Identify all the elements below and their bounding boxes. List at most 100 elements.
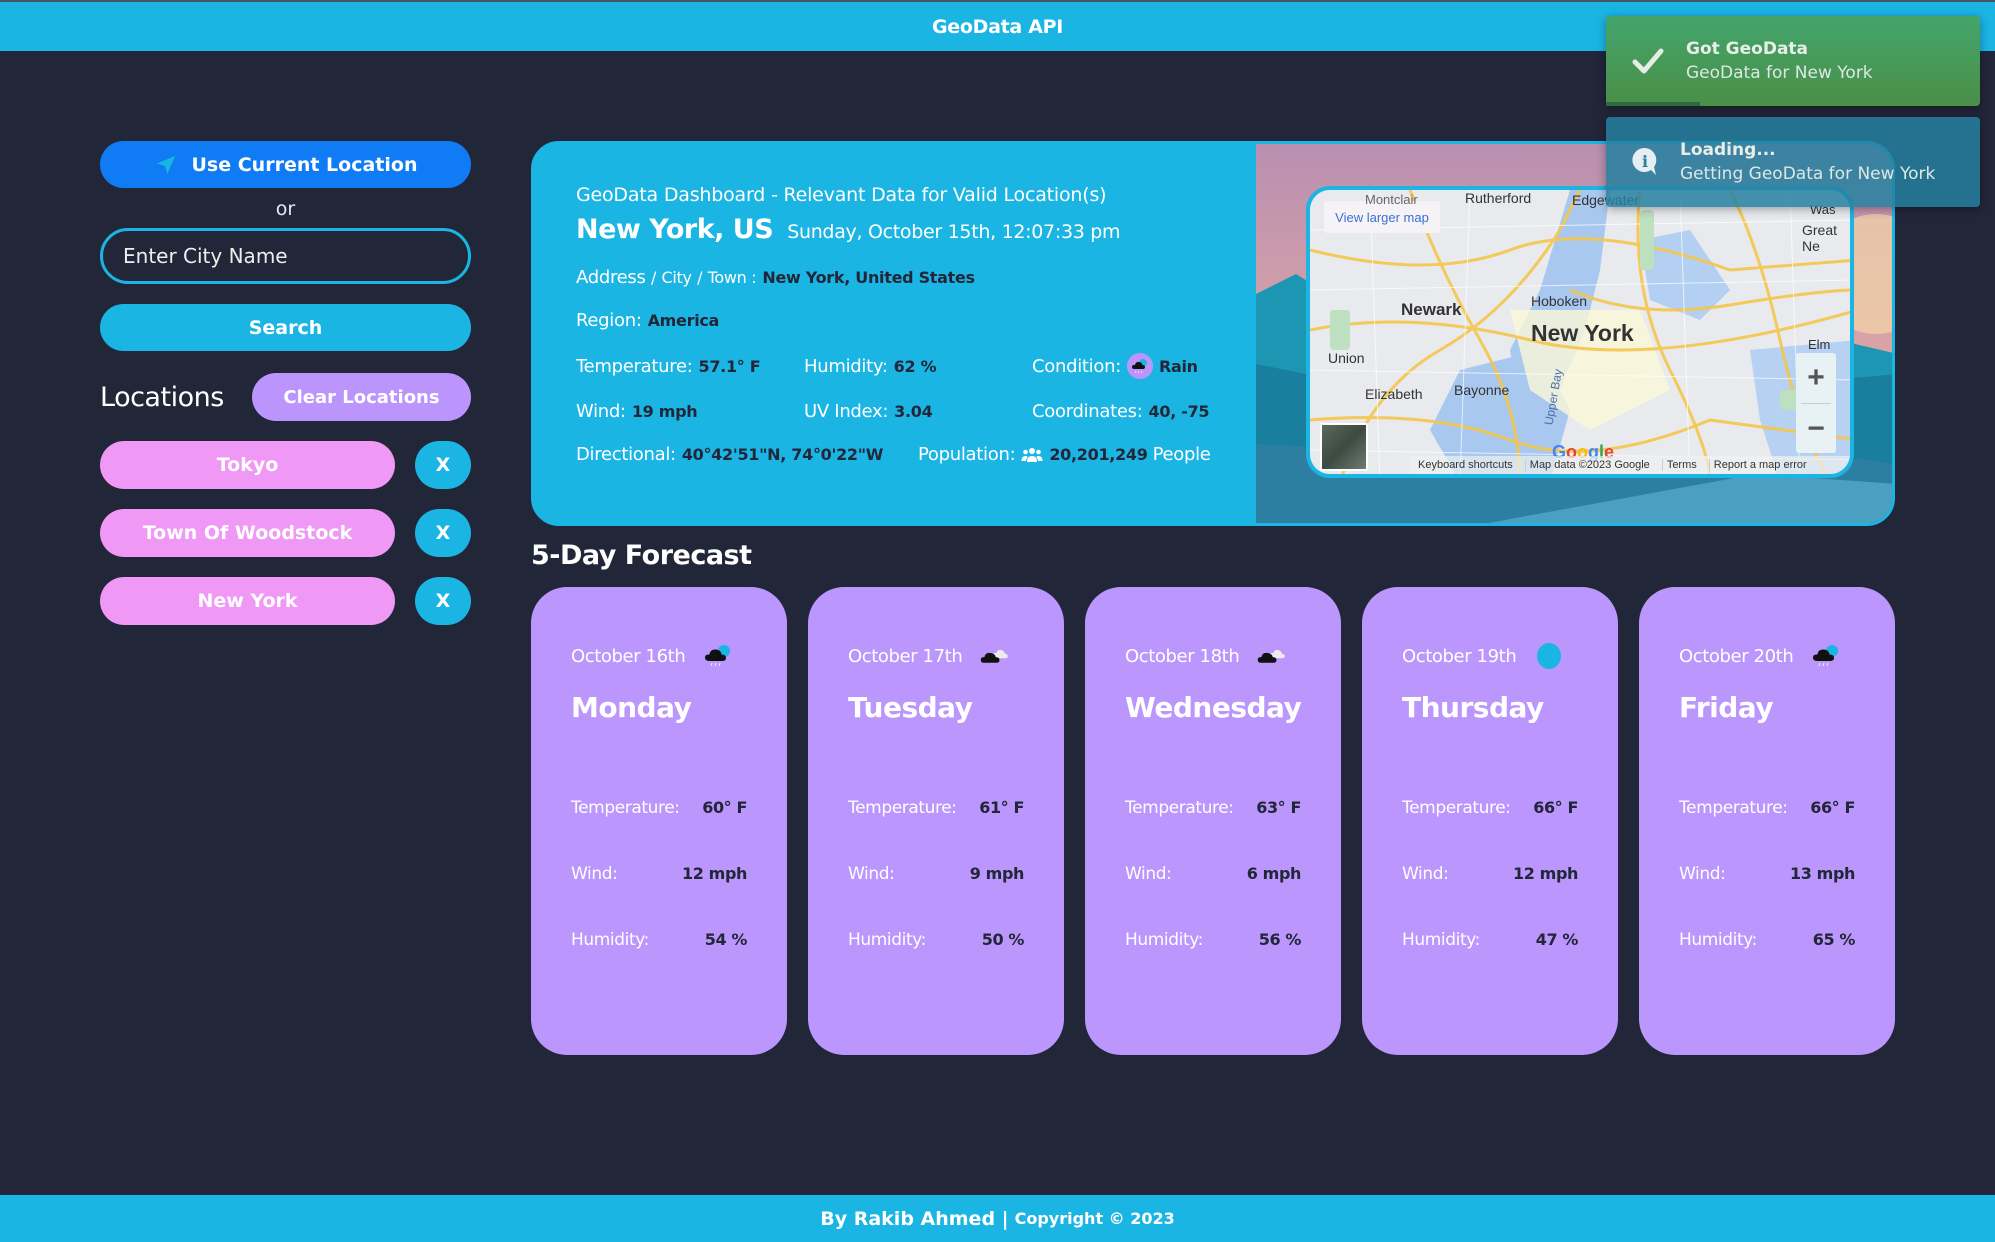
forecast-date: October 16th	[571, 645, 686, 667]
humidity-label: Humidity:	[1402, 930, 1480, 950]
toast-info[interactable]: i Loading... Getting GeoData for New Yor…	[1606, 117, 1980, 207]
map-label: Great Ne	[1802, 222, 1838, 254]
embedded-map[interactable]: View larger map Montclair Rutherford Edg…	[1306, 186, 1854, 478]
report-map-error-link[interactable]: Report a map error	[1708, 459, 1811, 471]
forecast-title: 5-Day Forecast	[531, 540, 752, 571]
or-separator: or	[275, 198, 296, 220]
temperature-label: Temperature:	[1679, 798, 1788, 818]
condition-label: Condition:	[1032, 355, 1121, 377]
search-button[interactable]: Search	[100, 304, 471, 351]
humidity-value: 65 %	[1812, 930, 1856, 949]
info-icon: i	[1632, 147, 1657, 175]
location-item: Tokyo X	[100, 441, 471, 489]
humidity-value: 50 %	[981, 930, 1025, 949]
toast-progress-bar	[1606, 102, 1700, 106]
map-label: Bayonne	[1454, 382, 1510, 398]
zoom-out-button[interactable]: −	[1796, 404, 1836, 454]
temperature-value: 66° F	[1810, 798, 1855, 817]
directional-label: Directional:	[576, 444, 676, 465]
clear-locations-button[interactable]: Clear Locations	[252, 373, 471, 421]
humidity-label: Humidity:	[1125, 930, 1203, 950]
locations-title: Locations	[100, 381, 224, 413]
address-value: New York, United States	[762, 268, 975, 287]
city-name-input[interactable]	[100, 228, 471, 284]
map-label: Montclair	[1365, 192, 1418, 207]
temperature-value: 57.1° F	[698, 356, 761, 376]
satellite-view-toggle[interactable]	[1320, 423, 1368, 471]
forecast-date: October 20th	[1679, 645, 1794, 667]
map-label: Elm	[1808, 337, 1831, 352]
dashboard-subtitle: GeoData Dashboard - Relevant Data for Va…	[576, 184, 1107, 206]
region-row: Region: America	[576, 310, 1276, 331]
footer-author: By Rakib Ahmed |	[820, 1207, 1009, 1230]
dashboard-details: GeoData Dashboard - Relevant Data for Va…	[576, 184, 1276, 465]
directional-row: Directional: 40°42'51"N, 74°0'22"W Popula…	[576, 444, 1276, 465]
current-datetime: Sunday, October 15th, 12:07:33 pm	[787, 221, 1121, 243]
remove-label: X	[435, 454, 451, 476]
location-button-new-york[interactable]: New York	[100, 577, 395, 625]
temperature-label: Temperature:	[576, 355, 693, 377]
toast-success[interactable]: Got GeoData GeoData for New York	[1606, 16, 1980, 106]
wind-value: 12 mph	[1513, 864, 1578, 883]
svg-text:i: i	[1642, 152, 1648, 171]
wind-value: 9 mph	[969, 864, 1025, 883]
humidity-label: Humidity:	[571, 930, 649, 950]
clear-locations-label: Clear Locations	[283, 386, 440, 408]
toast-title: Got GeoData	[1686, 39, 1809, 59]
forecast-card-wednesday: October 18th Wednesday Temperature: 63° F…	[1085, 587, 1341, 1055]
location-name: New York	[197, 590, 298, 612]
wind-row: Wind: 19 mph UV Index: 3.04 Coordinates: 40…	[576, 401, 1276, 422]
rain-cloud-icon	[1126, 353, 1153, 379]
condition-value: Rain	[1158, 356, 1198, 376]
address-label: Address / City / Town :	[576, 267, 757, 288]
address-row: Address / City / Town : New York, United…	[576, 267, 1276, 288]
location-button-woodstock[interactable]: Town Of Woodstock	[100, 509, 395, 557]
uv-label: UV Index:	[804, 401, 889, 422]
location-button-tokyo[interactable]: Tokyo	[100, 441, 395, 489]
forecast-cards: October 16th Monday Temperature: 60° F Wi…	[531, 587, 1895, 1055]
forecast-date: October 17th	[848, 645, 963, 667]
temperature-value: 63° F	[1256, 798, 1301, 817]
clear-sky-icon	[1534, 643, 1564, 669]
keyboard-shortcuts-link[interactable]: Keyboard shortcuts	[1414, 459, 1517, 471]
region-value: America	[647, 311, 720, 330]
forecast-day: Thursday	[1402, 691, 1544, 724]
temperature-label: Temperature:	[848, 798, 957, 818]
map-label: Elizabeth	[1365, 386, 1423, 402]
remove-location-button[interactable]: X	[415, 577, 471, 625]
location-item: New York X	[100, 577, 471, 625]
forecast-card-friday: October 20th Friday Temperature: 66° F Wi…	[1639, 587, 1895, 1055]
remove-location-button[interactable]: X	[415, 441, 471, 489]
population-suffix: People	[1152, 444, 1211, 465]
zoom-in-button[interactable]: +	[1796, 353, 1836, 403]
coordinates-value: 40, -75	[1148, 402, 1210, 421]
forecast-card-tuesday: October 17th Tuesday Temperature: 61° F W…	[808, 587, 1064, 1055]
toast-title: Loading...	[1680, 140, 1776, 160]
map-zoom-controls: + −	[1796, 353, 1836, 453]
humidity-label: Humidity:	[1679, 930, 1757, 950]
check-icon	[1632, 48, 1664, 74]
coordinates-label: Coordinates:	[1032, 401, 1143, 422]
humidity-value: 56 %	[1258, 930, 1302, 949]
humidity-value: 47 %	[1535, 930, 1579, 949]
page-footer: By Rakib Ahmed | Copyright © 2023	[0, 1195, 1995, 1242]
app-title: GeoData API	[931, 15, 1064, 38]
map-footer: Keyboard shortcuts Map data ©2023 Google…	[1410, 456, 1850, 474]
forecast-card-thursday: October 19th Thursday Temperature: 66° F …	[1362, 587, 1618, 1055]
location-name: Town Of Woodstock	[142, 522, 353, 544]
weather-row: Temperature: 57.1° F Humidity: 62 % Condit…	[576, 353, 1276, 379]
map-label: Hoboken	[1531, 293, 1588, 309]
map-label: Union	[1328, 350, 1365, 366]
temperature-label: Temperature:	[1402, 798, 1511, 818]
wind-value: 6 mph	[1246, 864, 1302, 883]
toast-message: GeoData for New York	[1686, 63, 1873, 83]
directional-value: 40°42'51"N, 74°0'22"W	[681, 445, 884, 464]
users-icon	[1021, 447, 1043, 463]
use-current-location-button[interactable]: Use Current Location	[100, 141, 471, 188]
forecast-day: Friday	[1679, 691, 1774, 724]
remove-location-button[interactable]: X	[415, 509, 471, 557]
location-item: Town Of Woodstock X	[100, 509, 471, 557]
wind-value: 13 mph	[1790, 864, 1855, 883]
terms-link[interactable]: Terms	[1661, 459, 1701, 471]
wind-label: Wind:	[1679, 864, 1726, 884]
